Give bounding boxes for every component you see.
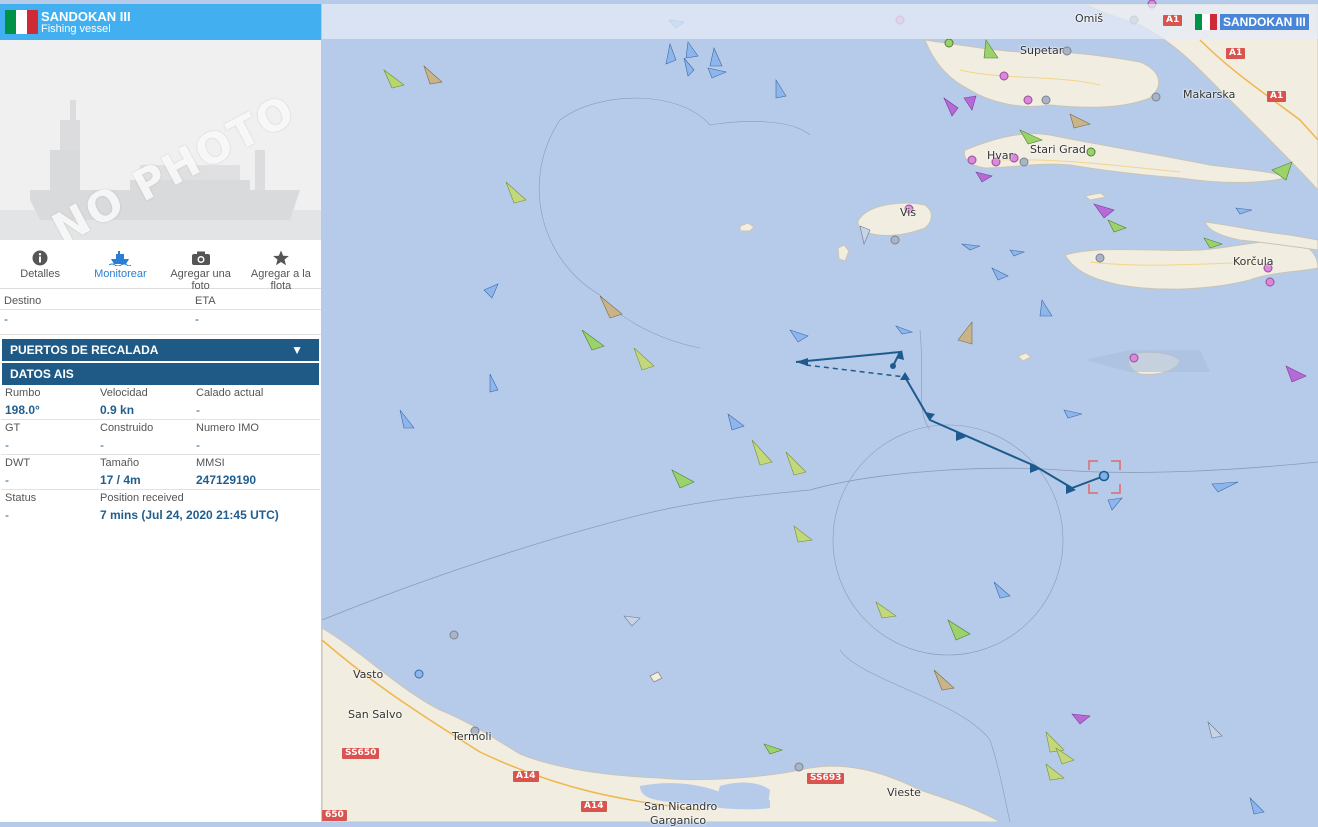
road-shield: A14	[581, 801, 607, 812]
monitor-button[interactable]: Monitorear	[80, 240, 160, 288]
built-label: Construido	[100, 422, 154, 434]
action-bar: Detalles Monitorear Agregar una foto Agr…	[0, 240, 321, 292]
draught-value: -	[196, 403, 200, 417]
vessel-info-panel: SANDOKAN III Fishing vessel NO PHOTO Det…	[0, 4, 322, 822]
ais-data-grid: Rumbo Velocidad Calado actual 198.0° 0.9…	[0, 385, 321, 524]
ports-of-call-title: PUERTOS DE RECALADA	[10, 343, 159, 357]
chevron-down-icon: ▼	[291, 343, 303, 357]
imo-label: Numero IMO	[196, 422, 259, 434]
road-shield: SS693	[807, 773, 845, 784]
track-point	[890, 363, 896, 369]
speed-value: 0.9 kn	[100, 403, 135, 417]
dwt-label: DWT	[5, 457, 31, 469]
ais-data-header: DATOS AIS	[2, 363, 319, 385]
star-icon	[241, 250, 321, 268]
place-label: Korčula	[1233, 255, 1274, 268]
voyage-label-row: Destino ETA	[0, 293, 321, 309]
monitor-label: Monitorear	[94, 268, 147, 280]
place-label: Makarska	[1183, 88, 1236, 101]
gt-value: -	[5, 438, 9, 452]
road-shield: SS650	[342, 748, 380, 759]
speed-label: Velocidad	[100, 387, 148, 399]
add-to-fleet-button[interactable]: Agregar a la flota	[241, 240, 321, 292]
place-label: Supetar	[1020, 44, 1064, 57]
place-label: Vasto	[353, 668, 384, 681]
details-label: Detalles	[20, 268, 60, 280]
mmsi-label: MMSI	[196, 457, 225, 469]
course-label: Rumbo	[5, 387, 41, 399]
place-label: Hvar	[987, 149, 1014, 162]
ship-icon	[80, 250, 160, 268]
road-shield: A14	[513, 771, 539, 782]
vessel-photo-placeholder: NO PHOTO	[0, 40, 321, 240]
details-button[interactable]: Detalles	[0, 240, 80, 288]
ais-value-row: 198.0° 0.9 kn -	[1, 401, 320, 420]
place-label: San Nicandro	[644, 800, 718, 813]
place-label: Stari Grad	[1030, 143, 1086, 156]
selected-vessel-marker[interactable]	[1098, 470, 1110, 482]
vessel-name: SANDOKAN III	[41, 9, 131, 24]
selected-vessel-tag[interactable]: SANDOKAN III	[1195, 12, 1309, 32]
vessel-tag-name: SANDOKAN III	[1220, 14, 1309, 30]
imo-value: -	[196, 438, 200, 452]
place-label: San Salvo	[348, 708, 403, 721]
place-label: Termoli	[452, 730, 492, 743]
place-label: Omiš	[1075, 12, 1104, 25]
dwt-value: -	[5, 473, 9, 487]
built-value: -	[100, 438, 104, 452]
eta-label: ETA	[195, 295, 216, 307]
place-label: Vieste	[887, 786, 921, 799]
ais-value-row: - 7 mins (Jul 24, 2020 21:45 UTC)	[1, 506, 320, 524]
italy-flag-icon	[1195, 14, 1217, 30]
size-value: 17 / 4m	[100, 473, 141, 487]
place-label: Garganico	[650, 814, 707, 827]
ais-value-row: - 17 / 4m 247129190	[1, 471, 320, 490]
camera-icon	[161, 250, 241, 268]
ais-label-row: Rumbo Velocidad Calado actual	[1, 385, 320, 401]
destination-value: -	[4, 312, 8, 326]
ais-label-row: GT Construido Numero IMO	[1, 420, 320, 436]
eta-value: -	[195, 312, 199, 326]
add-photo-label: Agregar una foto	[170, 268, 231, 292]
road-shield: A1	[1163, 15, 1183, 26]
ais-label-row: DWT Tamaño MMSI	[1, 455, 320, 471]
ais-value-row: - - -	[1, 436, 320, 455]
place-label: Vis	[900, 206, 917, 219]
draught-label: Calado actual	[196, 387, 264, 399]
gt-label: GT	[5, 422, 21, 434]
vessel-type: Fishing vessel	[41, 23, 111, 35]
mmsi-value: 247129190	[196, 473, 257, 487]
status-value: -	[5, 508, 9, 522]
status-label: Status	[5, 492, 37, 504]
course-value: 198.0°	[5, 403, 40, 417]
add-to-fleet-label: Agregar a la flota	[250, 268, 311, 292]
italy-flag-icon	[5, 10, 38, 34]
info-icon	[0, 250, 80, 268]
destination-label: Destino	[4, 295, 42, 307]
panel-header: SANDOKAN III Fishing vessel	[0, 4, 321, 40]
ais-label-row: Status Position received	[1, 490, 320, 506]
road-shield: A1	[1267, 91, 1287, 102]
road-shield: 650	[322, 810, 347, 821]
position-received-value: 7 mins (Jul 24, 2020 21:45 UTC)	[100, 508, 279, 522]
voyage-value-row: - -	[0, 309, 321, 335]
add-photo-button[interactable]: Agregar una foto	[161, 240, 241, 292]
ports-of-call-header[interactable]: PUERTOS DE RECALADA ▼	[2, 339, 319, 361]
ais-data-title: DATOS AIS	[10, 367, 74, 381]
size-label: Tamaño	[100, 457, 140, 469]
road-shield: A1	[1226, 48, 1246, 59]
position-received-label: Position received	[100, 492, 184, 504]
